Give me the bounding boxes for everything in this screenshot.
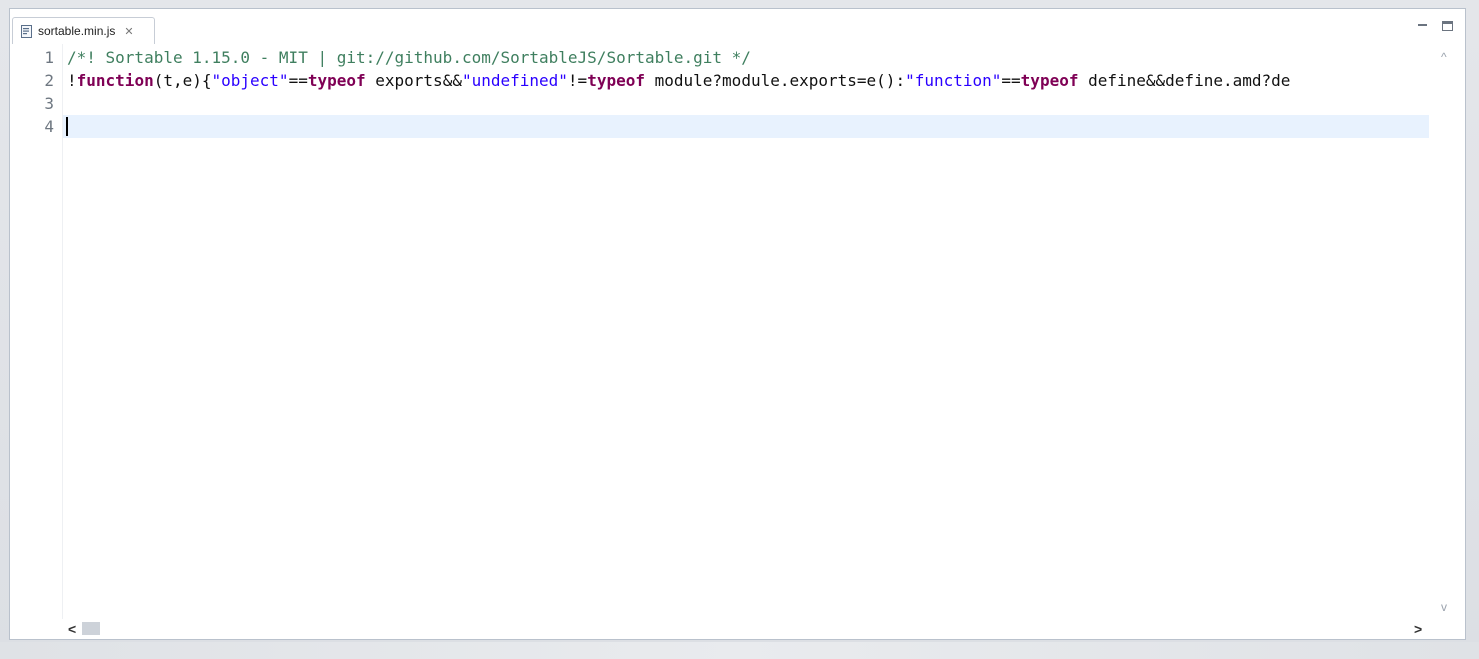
line-number: 4 [44, 117, 54, 136]
code-line-4-current [63, 115, 1430, 138]
line-number: 3 [44, 94, 54, 113]
code-token: == [1001, 71, 1021, 90]
code-token: define&&define.amd?de [1078, 71, 1291, 90]
minimize-icon[interactable] [1417, 21, 1428, 32]
line-number: 1 [44, 48, 54, 67]
scroll-left-icon[interactable]: < [68, 621, 76, 637]
code-token: (t,e){ [153, 71, 212, 90]
code-line-2: !function(t,e){"object"==typeof exports&… [67, 69, 1430, 92]
workbench-bottom-strip [0, 642, 1479, 659]
code-comment: /*! Sortable 1.15.0 - MIT | git://github… [67, 48, 751, 67]
code-string: "undefined" [461, 71, 568, 90]
horizontal-scroll-thumb[interactable] [82, 622, 100, 635]
tab-label: sortable.min.js [38, 24, 116, 38]
horizontal-scrollbar[interactable]: < > [62, 619, 1430, 639]
scroll-right-icon[interactable]: > [1414, 621, 1422, 637]
js-file-icon [21, 24, 33, 38]
code-token: != [567, 71, 588, 90]
code-keyword: typeof [307, 71, 366, 90]
scroll-down-icon[interactable]: v [1441, 600, 1447, 614]
window-controls [1417, 21, 1453, 32]
code-token: == [288, 71, 308, 90]
editor-panel: sortable.min.js ✕ 1 2 3 4 /*! Sortable 1… [9, 8, 1466, 640]
code-editor[interactable]: 1 2 3 4 /*! Sortable 1.15.0 - MIT | git:… [10, 44, 1430, 619]
code-token: ! [67, 71, 77, 90]
code-string: "object" [211, 71, 289, 90]
editor-tabbar: sortable.min.js ✕ [10, 9, 1465, 44]
close-icon[interactable]: ✕ [124, 25, 133, 38]
code-token: module?module.exports=e(): [644, 71, 906, 90]
tab-sortable-min-js[interactable]: sortable.min.js ✕ [12, 17, 155, 44]
line-number: 2 [44, 71, 54, 90]
code-keyword: typeof [1020, 71, 1079, 90]
code-keyword: function [76, 71, 154, 90]
scroll-up-icon[interactable]: ^ [1441, 50, 1447, 64]
line-number-gutter: 1 2 3 4 [10, 44, 63, 619]
code-string: "function" [905, 71, 1002, 90]
code-token: exports&& [365, 71, 462, 90]
maximize-icon[interactable] [1442, 21, 1453, 31]
text-caret [66, 117, 68, 136]
code-keyword: typeof [587, 71, 645, 90]
vertical-scrollbar[interactable]: ^ v [1429, 44, 1465, 619]
code-line-1: /*! Sortable 1.15.0 - MIT | git://github… [67, 46, 1430, 69]
